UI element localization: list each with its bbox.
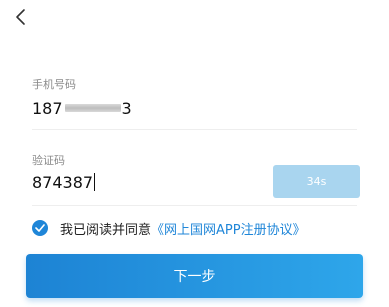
phone-label: 手机号码 <box>32 78 76 91</box>
code-value: 874387 <box>32 172 94 192</box>
agreement-text: 我已阅读并同意 <box>60 222 152 238</box>
back-button[interactable] <box>8 4 34 30</box>
chevron-left-icon <box>16 9 25 25</box>
agreement-checkbox[interactable] <box>32 220 48 236</box>
agreement-row: 我已阅读并同意 《网上国网APP注册协议》 <box>32 218 306 238</box>
code-divider <box>32 205 357 206</box>
next-button[interactable]: 下一步 <box>26 254 363 298</box>
agreement-link[interactable]: 《网上国网APP注册协议》 <box>151 219 306 238</box>
phone-prefix: 187 <box>32 98 63 118</box>
phone-field[interactable]: 187 3 <box>32 97 132 119</box>
checkmark-icon <box>35 224 45 232</box>
phone-suffix: 3 <box>121 98 132 118</box>
text-caret <box>94 173 96 191</box>
resend-code-button[interactable]: 34s <box>273 165 360 198</box>
phone-divider <box>32 129 357 130</box>
code-input[interactable]: 874387 <box>32 171 96 193</box>
phone-mask <box>64 104 121 112</box>
code-label: 验证码 <box>32 154 65 167</box>
